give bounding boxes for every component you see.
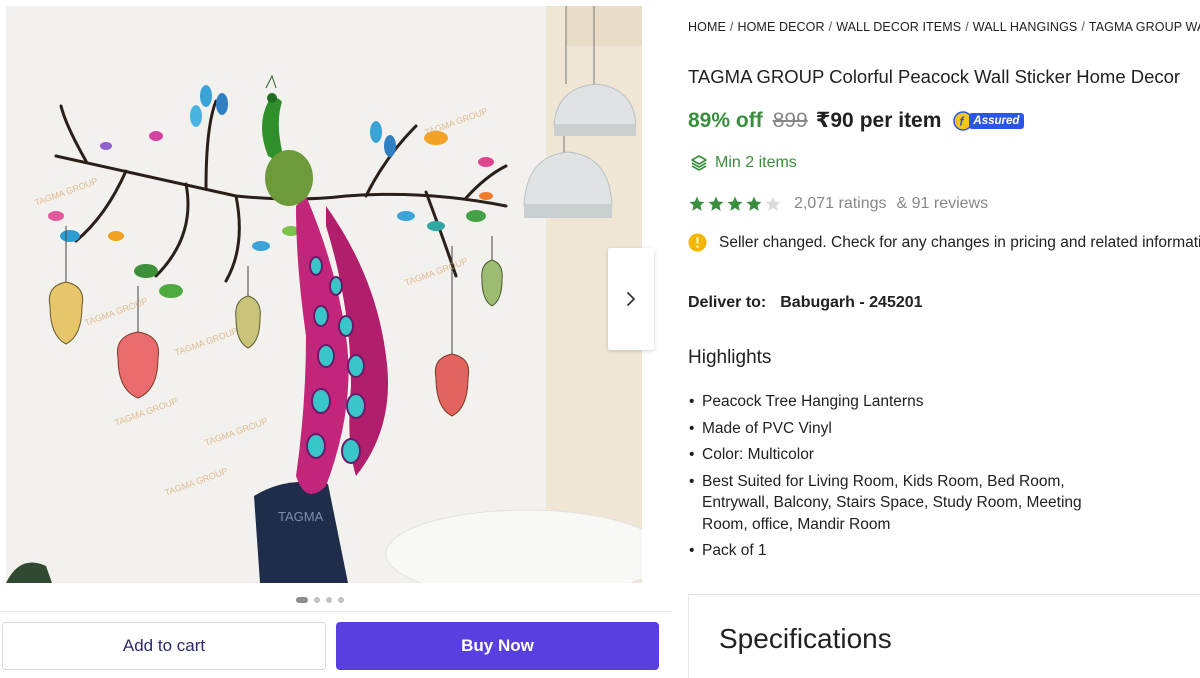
highlight-item: Made of PVC Vinyl bbox=[688, 418, 1108, 440]
discount-percent: 89% off bbox=[688, 108, 763, 132]
original-price: 899 bbox=[772, 108, 808, 132]
gallery-dots bbox=[296, 597, 344, 603]
min-quantity: Min 2 items bbox=[690, 154, 797, 172]
price-unit: per item bbox=[859, 108, 942, 132]
specifications-section: Specifications bbox=[688, 594, 1200, 678]
deliver-to-label: Deliver to: bbox=[688, 294, 767, 311]
star-rating bbox=[688, 195, 782, 213]
next-image-button[interactable] bbox=[608, 248, 654, 350]
product-info: HOME / HOME DECOR / WALL DECOR ITEMS / WALL HA… bbox=[688, 0, 1200, 678]
add-to-cart-button[interactable]: Add to cart bbox=[2, 622, 326, 670]
price-row: 89% off 899 ₹90 per item f Assured bbox=[688, 108, 1025, 133]
gallery-dot[interactable] bbox=[314, 597, 320, 603]
breadcrumb-home[interactable]: HOME bbox=[688, 20, 726, 34]
star-icon bbox=[746, 196, 762, 211]
gallery-dot[interactable] bbox=[326, 597, 332, 603]
product-title: TAGMA GROUP Colorful Peacock Wall Sticke… bbox=[688, 66, 1181, 87]
star-icon bbox=[727, 196, 743, 211]
seller-notice: Seller changed. Check for any changes in… bbox=[688, 233, 1200, 252]
gallery-dot-active[interactable] bbox=[296, 597, 308, 603]
star-icon bbox=[708, 196, 724, 211]
assured-badge[interactable]: f Assured bbox=[953, 110, 1025, 131]
buy-now-button[interactable]: Buy Now bbox=[336, 622, 659, 670]
chair-logo: TAGMA bbox=[278, 509, 324, 524]
delivery-row[interactable]: Deliver to: Babugarh - 245201 bbox=[688, 294, 923, 312]
breadcrumb-brand[interactable]: TAGMA GROUP WALL HANGINGS bbox=[1089, 20, 1200, 34]
star-icon bbox=[765, 196, 781, 211]
breadcrumb-home-decor[interactable]: HOME DECOR bbox=[737, 20, 824, 34]
highlights-list: Peacock Tree Hanging Lanterns Made of PV… bbox=[688, 391, 1108, 567]
highlights-title: Highlights bbox=[688, 347, 772, 368]
min-quantity-text: Min 2 items bbox=[715, 154, 797, 171]
product-image[interactable]: TAGMA TAGMA GROUP TAGMA GROUP TAGMA GROU… bbox=[6, 6, 642, 583]
breadcrumb: HOME / HOME DECOR / WALL DECOR ITEMS / WALL HA… bbox=[688, 20, 1200, 34]
selling-price: ₹90 bbox=[815, 109, 854, 132]
rating-row[interactable]: 2,071 ratings & 91 reviews bbox=[688, 195, 988, 213]
highlight-item: Color: Multicolor bbox=[688, 444, 1108, 466]
gallery-dot[interactable] bbox=[338, 597, 344, 603]
chevron-right-icon bbox=[627, 292, 635, 306]
ratings-count: 2,071 ratings bbox=[794, 195, 887, 212]
reviews-count: & 91 reviews bbox=[896, 195, 989, 212]
info-icon bbox=[688, 233, 707, 252]
specifications-title[interactable]: Specifications bbox=[719, 623, 892, 655]
highlight-item: Best Suited for Living Room, Kids Room, … bbox=[688, 471, 1108, 536]
star-icon bbox=[689, 196, 705, 211]
highlight-item: Peacock Tree Hanging Lanterns bbox=[688, 391, 1108, 413]
breadcrumb-wall-decor[interactable]: WALL DECOR ITEMS bbox=[836, 20, 961, 34]
layers-icon bbox=[691, 155, 707, 171]
breadcrumb-wall-hangings[interactable]: WALL HANGINGS bbox=[973, 20, 1078, 34]
assured-label: Assured bbox=[969, 112, 1025, 129]
divider bbox=[0, 611, 672, 612]
highlight-item: Pack of 1 bbox=[688, 540, 1108, 562]
seller-notice-text: Seller changed. Check for any changes in… bbox=[719, 233, 1200, 251]
product-gallery: TAGMA TAGMA GROUP TAGMA GROUP TAGMA GROU… bbox=[0, 0, 672, 678]
deliver-location[interactable]: Babugarh - 245201 bbox=[780, 294, 922, 312]
